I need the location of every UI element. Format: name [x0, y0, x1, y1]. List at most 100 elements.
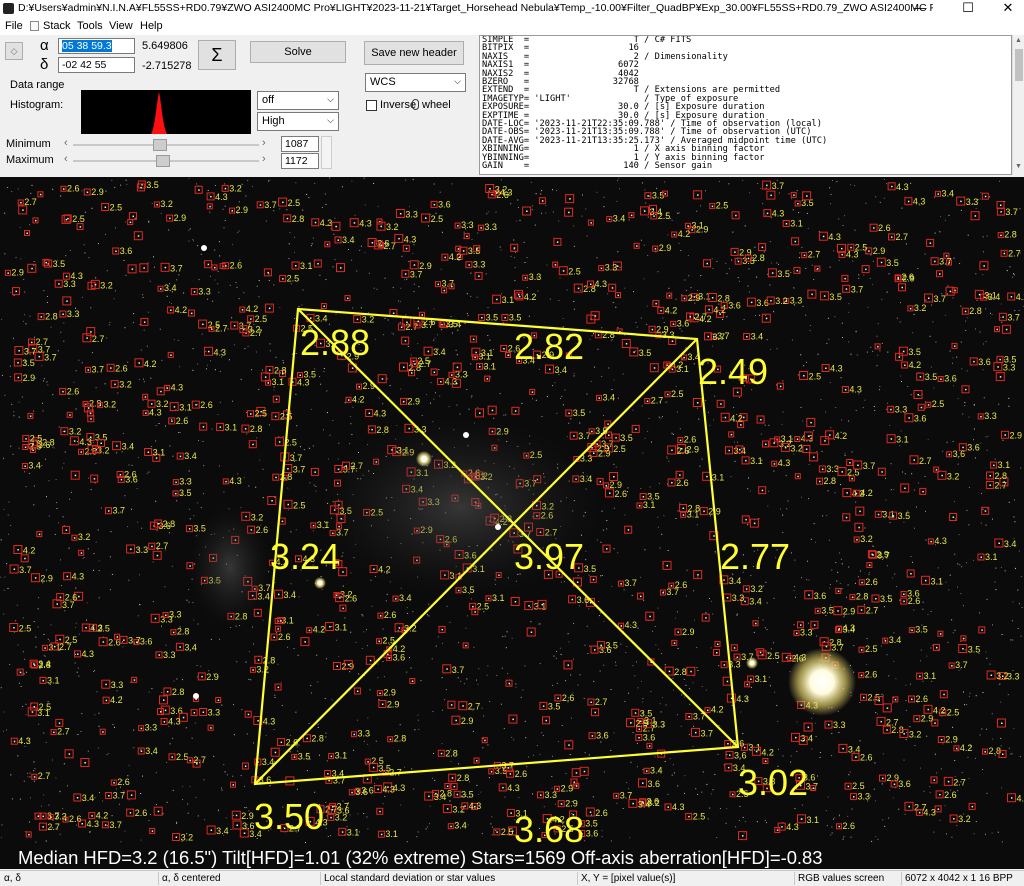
star-hfd-value: 3.5 — [378, 763, 391, 773]
star-hfd-value: 4.3 — [923, 807, 936, 817]
minimum-label: Minimum — [6, 138, 51, 150]
star-dot — [381, 378, 384, 380]
star-dot — [1002, 753, 1004, 755]
star-dot — [930, 540, 932, 543]
scroll-down-icon[interactable]: ▼ — [1015, 163, 1022, 170]
star-dot — [850, 246, 852, 249]
star-dot — [919, 675, 921, 678]
status-divider — [158, 872, 159, 885]
bright-star — [314, 577, 326, 589]
star-dot — [903, 733, 905, 735]
star-hfd-value: 3.3 — [800, 628, 813, 638]
star-dot — [247, 713, 250, 716]
star-hfd-value: 3.5 — [584, 564, 597, 574]
star-dot — [24, 465, 26, 467]
star-dot — [937, 808, 940, 810]
chevron-right-icon[interactable]: › — [262, 137, 266, 149]
star-dot — [781, 826, 783, 828]
wcs-select[interactable]: WCS ⌵ — [365, 73, 466, 92]
solve-button[interactable]: Solve — [250, 41, 346, 63]
star-dot — [233, 325, 236, 327]
maximum-label: Maximum — [6, 154, 54, 166]
star-dot — [274, 751, 277, 754]
star-hfd-value: 3.4 — [38, 659, 51, 669]
star-hfd-value: 3.6 — [814, 591, 827, 601]
alpha-input[interactable]: 05 38 59.3 — [58, 38, 135, 54]
star-dot — [937, 193, 939, 195]
star-dot — [87, 369, 89, 371]
star-hfd-value: 3.2 — [386, 222, 399, 232]
star-hfd-value: 2.5 — [809, 372, 822, 382]
menu-stack[interactable]: Stack — [43, 20, 71, 32]
header-scrollbar[interactable]: ▲ ▼ — [1012, 35, 1024, 175]
star-dot — [379, 692, 381, 695]
star-dot — [800, 624, 802, 626]
quality-select[interactable]: High ⌵ — [257, 112, 339, 131]
star-hfd-value: 3.2 — [248, 325, 261, 335]
star-dot — [597, 334, 600, 336]
star-dot — [441, 628, 443, 631]
star-dot — [143, 321, 146, 323]
star-dot — [275, 398, 278, 401]
star-hfd-value: 3.3 — [605, 263, 618, 273]
maximize-button[interactable]: ☐ — [948, 0, 988, 18]
star-dot — [962, 637, 965, 640]
menu-view[interactable]: View — [109, 20, 133, 32]
fits-header-box[interactable]: SIMPLE = T / C# FITS BITPIX = 16 NAXIS = 2… — [479, 35, 1012, 175]
delta-input[interactable]: -02 42 55 — [58, 57, 135, 73]
star-dot — [713, 535, 715, 537]
maximum-input[interactable]: 1172 — [281, 153, 319, 169]
star-dot — [583, 770, 586, 773]
menu-file[interactable]: File — [5, 20, 23, 32]
star-dot — [568, 744, 570, 746]
stretch-select[interactable]: off ⌵ — [257, 91, 339, 110]
star-hfd-value: 3.5 — [22, 358, 35, 368]
star-hfd-value: 3.4 — [1004, 539, 1017, 549]
star-dot — [760, 419, 762, 421]
inverse-checkbox[interactable] — [366, 100, 377, 111]
star-dot — [1003, 252, 1006, 255]
star-hfd-value: 3.6 — [337, 806, 350, 816]
star-dot — [214, 266, 216, 269]
star-dot — [729, 754, 731, 756]
star-hfd-value: 3.5 — [605, 641, 618, 651]
range-spinner[interactable] — [321, 136, 332, 169]
star-dot — [287, 468, 289, 470]
star-dot — [797, 203, 799, 205]
star-dot — [541, 603, 543, 606]
star-dot — [440, 752, 443, 755]
star-hfd-value: 3.5 — [95, 433, 108, 443]
star-dot — [608, 434, 610, 436]
star-dot — [68, 753, 71, 755]
minimum-slider[interactable] — [152, 139, 167, 151]
star-hfd-value: 2.8 — [824, 476, 837, 486]
close-button[interactable]: ✕ — [988, 0, 1024, 18]
star-dot — [898, 356, 901, 358]
star-dot — [33, 706, 36, 708]
menu-tools[interactable]: Tools — [77, 20, 103, 32]
image-viewer[interactable]: 2.82.84.32.93.63.52.83.12.62.52.64.33.12… — [0, 177, 1024, 869]
star-dot — [793, 194, 795, 196]
star-dot — [728, 449, 730, 452]
chevron-left-icon[interactable]: ‹ — [64, 153, 68, 165]
scroll-up-icon[interactable]: ▲ — [1015, 37, 1022, 44]
star-hfd-value: 4.3 — [801, 434, 814, 444]
menu-help[interactable]: Help — [140, 20, 163, 32]
window-title: D:¥Users¥admin¥N.I.N.A¥FL55SS+RD0.79¥ZWO… — [18, 2, 933, 14]
chevron-right-icon[interactable]: › — [262, 153, 266, 165]
star-hfd-value: 2.5 — [176, 752, 189, 762]
sigma-button[interactable]: Σ — [198, 40, 236, 70]
save-header-button[interactable]: Save new header — [364, 41, 464, 65]
minimize-button[interactable]: — — [900, 0, 940, 18]
minimum-input[interactable]: 1087 — [281, 136, 319, 152]
star-dot — [677, 631, 679, 633]
star-dot — [337, 239, 339, 241]
star-dot — [63, 188, 65, 190]
maximum-slider[interactable] — [156, 155, 171, 167]
scroll-thumb[interactable] — [1015, 49, 1023, 81]
star-dot — [404, 340, 407, 342]
star-dot — [990, 674, 993, 676]
lock-icon[interactable]: ◇ — [5, 42, 23, 60]
chevron-left-icon[interactable]: ‹ — [64, 137, 68, 149]
star-hfd-value: 2.7 — [595, 697, 608, 707]
